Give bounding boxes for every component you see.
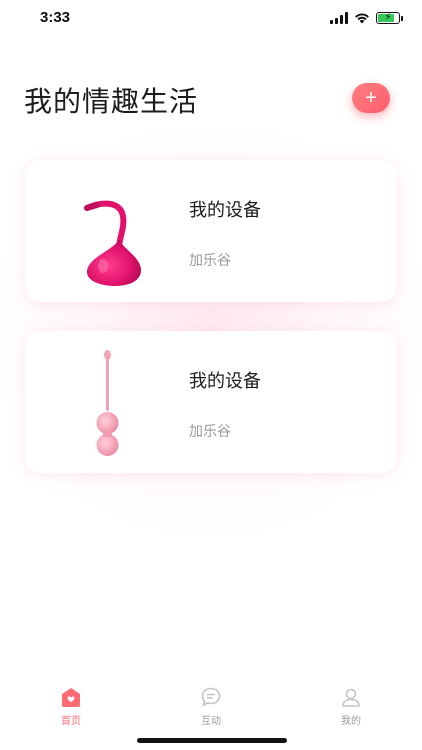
tab-interact[interactable]: 互动 bbox=[176, 686, 246, 732]
battery-icon: ⚡ bbox=[376, 12, 403, 24]
screen: 3:33 ⚡ 我的情趣生活 + 我的设备 加乐谷 我的设备 加乐谷 首页 互动 … bbox=[0, 0, 422, 750]
tab-home[interactable]: 首页 bbox=[36, 686, 106, 732]
status-bar: 3:33 ⚡ bbox=[0, 0, 422, 36]
home-icon bbox=[62, 688, 80, 707]
device-card[interactable]: 我的设备 加乐谷 bbox=[25, 331, 397, 473]
cellular-signal-icon bbox=[330, 12, 348, 24]
chat-icon bbox=[201, 687, 221, 707]
status-icons: ⚡ bbox=[330, 11, 403, 25]
wifi-icon bbox=[355, 13, 369, 24]
device-name: 我的设备 bbox=[189, 371, 261, 392]
add-device-button[interactable]: + bbox=[352, 83, 390, 113]
kegel-balls-pink-icon bbox=[96, 350, 119, 456]
profile-icon bbox=[342, 688, 360, 707]
tab-me[interactable]: 我的 bbox=[316, 686, 386, 732]
status-time: 3:33 bbox=[40, 9, 71, 26]
tab-me-label: 我的 bbox=[341, 716, 361, 727]
kegel-device-magenta-icon bbox=[84, 200, 141, 286]
device-name: 我的设备 bbox=[189, 200, 261, 221]
tab-home-label: 首页 bbox=[61, 716, 81, 727]
home-indicator bbox=[137, 738, 287, 743]
tab-interact-label: 互动 bbox=[201, 716, 221, 727]
device-card[interactable]: 我的设备 加乐谷 bbox=[25, 160, 397, 302]
page-title: 我的情趣生活 bbox=[24, 85, 199, 118]
device-brand: 加乐谷 bbox=[189, 424, 231, 440]
device-brand: 加乐谷 bbox=[189, 253, 231, 269]
